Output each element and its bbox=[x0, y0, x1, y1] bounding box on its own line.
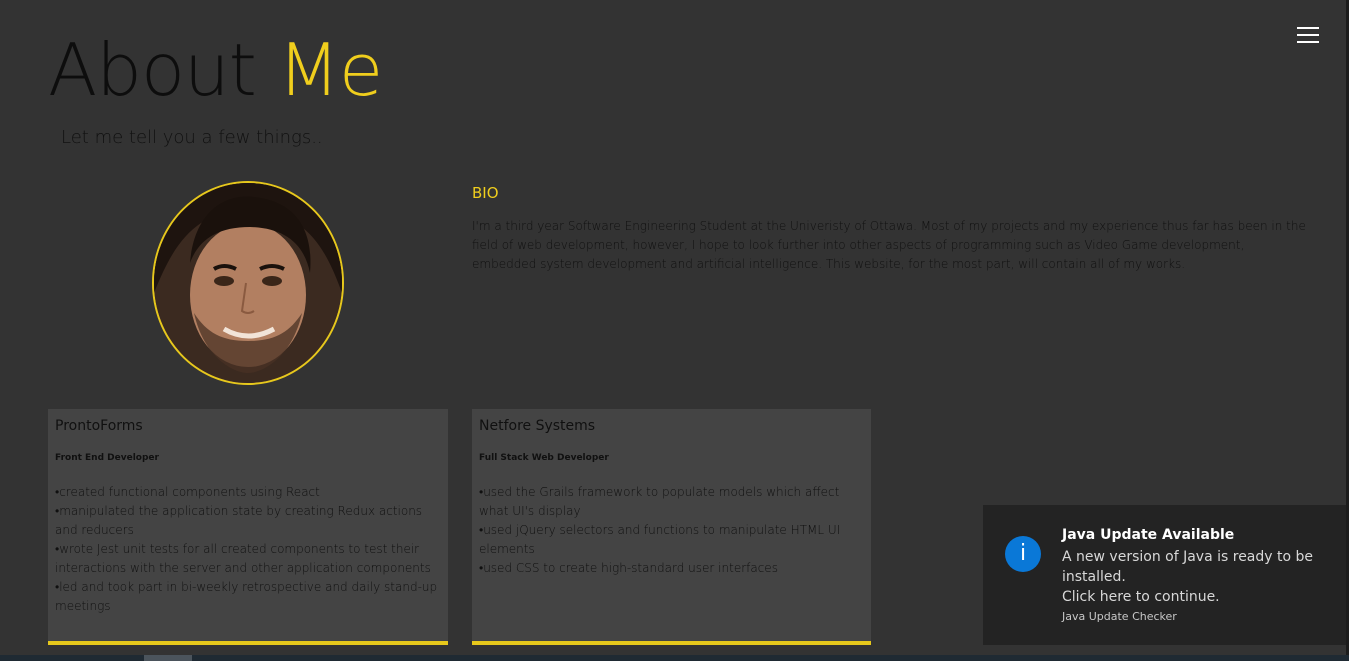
java-update-notification[interactable]: i Java Update Available A new version of… bbox=[983, 505, 1346, 645]
page-title-me: Me bbox=[277, 28, 383, 112]
experience-card-netfore: Netfore Systems Full Stack Web Developer… bbox=[472, 409, 871, 645]
card-role: Full Stack Web Developer bbox=[479, 453, 609, 463]
card-company: ProntoForms bbox=[55, 418, 143, 434]
notification-message-line: A new version of Java is ready to be ins… bbox=[1062, 549, 1314, 585]
card-point: •created functional components using Rea… bbox=[55, 485, 320, 499]
notification-message-line: Click here to continue. bbox=[1062, 589, 1220, 605]
taskbar-strip bbox=[0, 655, 1349, 661]
profile-photo-illustration bbox=[154, 183, 342, 383]
card-point: •wrote Jest unit tests for all created c… bbox=[55, 542, 431, 575]
card-point: •manipulated the application state by cr… bbox=[55, 504, 423, 537]
card-point: •used the Grails framework to populate m… bbox=[479, 485, 840, 518]
card-point: •led and took part in bi-weekly retrospe… bbox=[55, 580, 438, 613]
bio-text: I'm a third year Software Engineering St… bbox=[472, 219, 1306, 271]
page-title: About Me bbox=[48, 22, 383, 118]
card-points: •used the Grails framework to populate m… bbox=[479, 483, 864, 578]
page-title-about: About bbox=[48, 28, 278, 112]
card-role: Front End Developer bbox=[55, 453, 159, 463]
hamburger-menu-icon[interactable] bbox=[1297, 27, 1319, 43]
menu-bar bbox=[1297, 41, 1319, 43]
card-company: Netfore Systems bbox=[479, 418, 596, 434]
taskbar-active-item[interactable] bbox=[144, 655, 192, 661]
about-page: About Me Let me tell you a few things.. … bbox=[0, 0, 1349, 661]
card-point: •used jQuery selectors and functions to … bbox=[479, 523, 841, 556]
menu-bar bbox=[1297, 27, 1319, 29]
notification-source: Java Update Checker bbox=[1062, 610, 1177, 623]
page-subtitle: Let me tell you a few things.. bbox=[61, 127, 323, 148]
menu-bar bbox=[1297, 34, 1319, 36]
info-icon: i bbox=[1005, 536, 1041, 572]
notification-message: A new version of Java is ready to be ins… bbox=[1062, 547, 1322, 607]
card-point: •used CSS to create high-standard user i… bbox=[479, 561, 778, 575]
notification-title: Java Update Available bbox=[1062, 527, 1235, 543]
experience-card-prontoforms: ProntoForms Front End Developer •created… bbox=[48, 409, 448, 645]
card-points: •created functional components using Rea… bbox=[55, 483, 441, 616]
bio-heading: BIO bbox=[472, 184, 499, 202]
profile-photo bbox=[152, 181, 344, 385]
